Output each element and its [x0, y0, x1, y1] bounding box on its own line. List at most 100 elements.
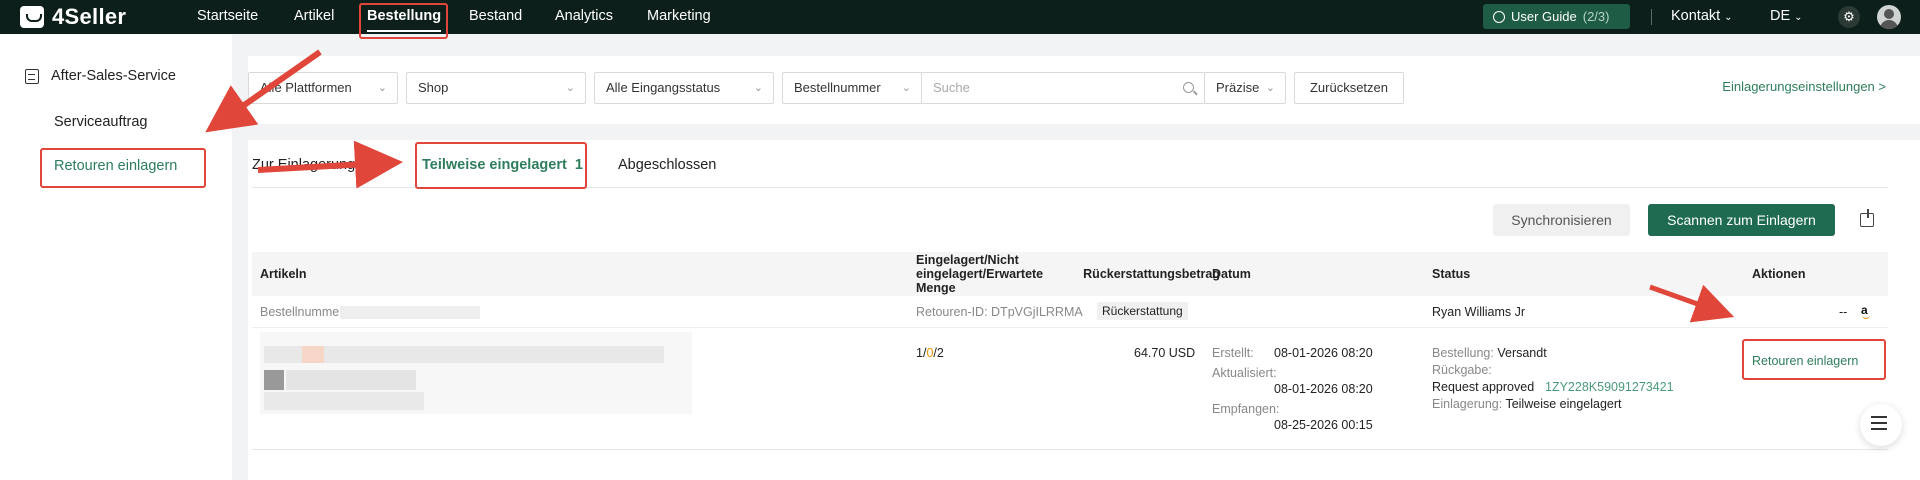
language-label: DE	[1770, 8, 1791, 24]
status-storage-label: Einlagerung:	[1432, 397, 1503, 411]
sidebar: After-Sales-Service Serviceauftrag Retou…	[0, 34, 232, 480]
precision-select[interactable]: Präzise ⌄	[1204, 72, 1286, 104]
th-datum: Datum	[1212, 267, 1251, 281]
tab-zur-einlagerung[interactable]: Zur Einlagerung	[252, 157, 355, 173]
nav-analytics[interactable]: Analytics	[555, 0, 613, 34]
date-created-value: 08-01-2026 08:20	[1274, 346, 1373, 360]
sidebar-section-after-sales[interactable]: After-Sales-Service	[25, 68, 176, 84]
date-updated-label: Aktualisiert:	[1212, 366, 1277, 380]
status-order-label: Bestellung:	[1432, 346, 1494, 360]
refund-amount: 64.70 USD	[1134, 346, 1196, 360]
compass-icon	[1493, 10, 1505, 23]
amazon-logo-icon: a	[1861, 303, 1870, 319]
logo-bag-icon	[20, 6, 44, 28]
user-guide-label: User Guide	[1511, 9, 1577, 24]
product-title-redacted	[264, 346, 664, 363]
highlight-box-bestellung	[359, 3, 448, 39]
date-created-label: Erstellt:	[1212, 346, 1254, 360]
nav-divider	[1651, 9, 1652, 25]
quantity-expected: 2	[936, 346, 944, 360]
order-number-redacted	[340, 306, 480, 319]
highlight-box-retouren-einlagern	[40, 148, 206, 188]
user-guide-progress: (2/3)	[1582, 9, 1610, 24]
product-sku-redacted	[286, 370, 416, 390]
search-placeholder: Suche	[933, 80, 970, 95]
chevron-down-icon: ⌄	[753, 82, 763, 94]
chevron-down-icon: ⌄	[1794, 12, 1803, 23]
search-input[interactable]: Suche	[921, 72, 1205, 104]
status-return-value: Request approved	[1432, 380, 1535, 394]
nav-startseite[interactable]: Startseite	[197, 0, 258, 34]
dashes: --	[1839, 305, 1848, 319]
main-content-card: Zur Einlagerung Teilweise eingelagert 1 …	[248, 140, 1920, 480]
chevron-down-icon: ⌄	[901, 82, 911, 94]
list-search-icon	[1871, 416, 1887, 418]
table-row-order-header: Bestellnummer: Retouren-ID: DTpVGjILRRMA…	[252, 296, 1888, 328]
product-meta-redacted	[264, 392, 424, 410]
nav-marketing[interactable]: Marketing	[647, 0, 711, 34]
search-field-value: Bestellnummer	[794, 80, 881, 95]
kontakt-label: Kontakt	[1671, 8, 1721, 24]
table-header: Artikeln Eingelagert/Nicht eingelagert/E…	[252, 252, 1888, 296]
platform-select[interactable]: Alle Plattformen ⌄	[248, 72, 398, 104]
order-number-label: Bestellnummer:	[260, 305, 347, 319]
sidebar-item-serviceauftrag[interactable]: Serviceauftrag	[54, 114, 148, 130]
filter-bar: Alle Plattformen ⌄ Shop ⌄ Alle Eingangss…	[248, 56, 1920, 124]
tab-abgeschlossen[interactable]: Abgeschlossen	[618, 157, 716, 173]
user-guide-button[interactable]: User Guide (2/3)	[1483, 4, 1630, 29]
nav-bestand[interactable]: Bestand	[469, 0, 522, 34]
status-select[interactable]: Alle Eingangsstatus ⌄	[594, 72, 774, 104]
floating-menu-search-button[interactable]	[1860, 404, 1902, 446]
refund-tag: Rückerstattung	[1097, 302, 1188, 320]
logo-text: 4Seller	[52, 4, 127, 29]
search-icon	[1183, 82, 1194, 93]
quantity: 1/0/2	[916, 346, 944, 360]
precision-value: Präzise	[1216, 80, 1260, 95]
chevron-down-icon: ⌄	[565, 82, 575, 94]
return-id: Retouren-ID: DTpVGjILRRMA	[916, 305, 1083, 319]
status-select-value: Alle Eingangsstatus	[606, 80, 721, 95]
th-status: Status	[1432, 267, 1471, 281]
date-updated-value: 08-01-2026 08:20	[1274, 382, 1373, 396]
customer-name: Ryan Williams Jr	[1432, 305, 1526, 319]
status-order: Bestellung: Versandt	[1432, 346, 1547, 360]
tracking-number-link[interactable]: 1ZY228K59091273421	[1545, 380, 1674, 394]
settings-gear-icon[interactable]: ⚙	[1838, 6, 1860, 28]
export-icon[interactable]	[1860, 209, 1874, 227]
th-aktionen: Aktionen	[1752, 267, 1806, 281]
highlight-box-tab	[415, 142, 587, 189]
shop-select-value: Shop	[418, 80, 449, 95]
language-dropdown[interactable]: DE ⌄	[1770, 0, 1803, 34]
scan-to-store-button[interactable]: Scannen zum Einlagern	[1648, 204, 1835, 236]
sidebar-section-label: After-Sales-Service	[51, 68, 176, 84]
chevron-down-icon: ⌄	[377, 82, 387, 94]
th-rueckerstattungsbetrag: Rückerstattungsbetrag	[1083, 267, 1220, 281]
highlight-box-action	[1742, 339, 1886, 380]
nav-artikel[interactable]: Artikel	[294, 0, 334, 34]
platform-select-value: Alle Plattformen	[260, 80, 352, 95]
sync-button[interactable]: Synchronisieren	[1493, 204, 1630, 236]
chevron-down-icon: ⌄	[1265, 82, 1275, 94]
quantity-stored: 1	[916, 346, 923, 360]
shop-select[interactable]: Shop ⌄	[406, 72, 586, 104]
clipboard-icon	[25, 68, 39, 84]
app-logo[interactable]: 4Seller	[20, 4, 126, 30]
table-row: 1/0/2 64.70 USD Erstellt: 08-01-2026 08:…	[252, 328, 1888, 450]
status-order-value: Versandt	[1497, 346, 1547, 360]
kontakt-dropdown[interactable]: Kontakt ⌄	[1671, 0, 1733, 34]
top-nav-bar: 4Seller Startseite Artikel Bestellung Be…	[0, 0, 1920, 34]
storage-settings-link[interactable]: Einlagerungseinstellungen >	[1722, 79, 1886, 94]
th-artikeln: Artikeln	[260, 267, 307, 281]
date-received-value: 08-25-2026 00:15	[1274, 418, 1373, 432]
product-thumb-redacted	[264, 370, 284, 390]
status-return-label: Rückgabe:	[1432, 363, 1492, 377]
status-storage: Einlagerung: Teilweise eingelagert	[1432, 397, 1622, 411]
chevron-down-icon: ⌄	[1724, 12, 1733, 23]
date-received-label: Empfangen:	[1212, 402, 1280, 416]
reset-button[interactable]: Zurücksetzen	[1294, 72, 1404, 104]
th-menge: Eingelagert/Nicht eingelagert/Erwartete …	[916, 253, 1044, 295]
search-field-select[interactable]: Bestellnummer ⌄	[782, 72, 922, 104]
user-avatar[interactable]	[1877, 5, 1901, 29]
status-storage-value: Teilweise eingelagert	[1505, 397, 1622, 411]
product-color-blob	[302, 346, 324, 363]
